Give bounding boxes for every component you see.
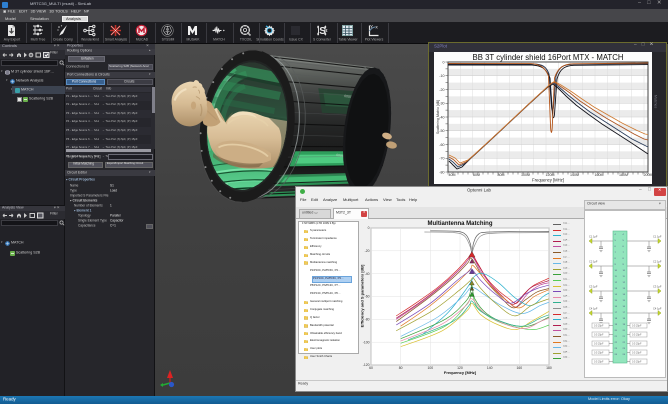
svg-text:-20: -20 [365, 249, 370, 253]
svg-text:-60: -60 [439, 143, 444, 147]
svg-text:140: 140 [487, 366, 493, 370]
svg-text:0.5 25pF: 0.5 25pF [594, 334, 604, 337]
svg-text:Y: Y [370, 24, 373, 29]
svg-text:-40: -40 [439, 115, 444, 119]
svg-text:-20: -20 [439, 88, 444, 92]
svg-text:-40: -40 [365, 272, 370, 276]
svg-text:C3 1pF: C3 1pF [653, 285, 662, 289]
svg-text:Scattering Matrix [dB]: Scattering Matrix [dB] [436, 100, 440, 134]
svg-text:80M: 80M [498, 173, 505, 177]
svg-text:-120: -120 [363, 363, 370, 367]
svg-text:100: 100 [427, 366, 433, 370]
svg-text:180M: 180M [619, 173, 628, 177]
svg-text:-50: -50 [439, 129, 444, 133]
svg-text:0.5 25pF: 0.5 25pF [594, 325, 604, 328]
svg-text:-60: -60 [365, 295, 370, 299]
svg-text:200M: 200M [644, 173, 653, 177]
svg-text:-100: -100 [363, 340, 370, 344]
svg-text:C4 1pF: C4 1pF [589, 307, 598, 311]
svg-text:0.5 25pF: 0.5 25pF [632, 325, 642, 328]
svg-text:BB 3T cylinder shield 16Port M: BB 3T cylinder shield 16Port MTX - MATCH [473, 53, 624, 62]
svg-text:120M: 120M [546, 173, 555, 177]
svg-text:100M: 100M [521, 173, 530, 177]
svg-text:-80: -80 [365, 318, 370, 322]
svg-text:0.5 25pF: 0.5 25pF [594, 352, 604, 355]
svg-text:60: 60 [369, 366, 373, 370]
svg-text:0: 0 [443, 60, 445, 64]
svg-text:C2 1pF: C2 1pF [653, 260, 662, 264]
svg-text:0.5 25pF: 0.5 25pF [632, 352, 642, 355]
svg-text:x: x [376, 25, 379, 30]
svg-text:160: 160 [516, 366, 522, 370]
svg-text:-80: -80 [439, 170, 444, 174]
svg-text:-70: -70 [439, 157, 444, 161]
svg-text:0.5 25pF: 0.5 25pF [594, 361, 604, 364]
svg-text:0.5 25pF: 0.5 25pF [632, 334, 642, 337]
svg-text:0: 0 [368, 226, 370, 230]
svg-text:Frequency [MHz]: Frequency [MHz] [444, 370, 477, 375]
svg-text:140M: 140M [570, 173, 579, 177]
svg-text:C2 1pF: C2 1pF [589, 260, 598, 264]
svg-text:-30: -30 [439, 102, 444, 106]
svg-text:C1 1pF: C1 1pF [653, 235, 662, 239]
svg-text:0.5 25pF: 0.5 25pF [632, 361, 642, 364]
svg-text:Multiantenna Matching: Multiantenna Matching [428, 221, 493, 227]
svg-text:Frequency [MHz]: Frequency [MHz] [532, 178, 564, 183]
svg-text:Efficiency and S parameters [d: Efficiency and S parameters [dB] [360, 264, 365, 327]
svg-text:180: 180 [546, 366, 552, 370]
svg-text:40M: 40M [449, 173, 456, 177]
svg-text:C3 1pF: C3 1pF [589, 285, 598, 289]
svg-text:80: 80 [399, 366, 403, 370]
svg-text:C1 1pF: C1 1pF [589, 235, 598, 239]
svg-text:0.5 25pF: 0.5 25pF [594, 343, 604, 346]
svg-text:160M: 160M [595, 173, 604, 177]
svg-text:60M: 60M [473, 173, 480, 177]
svg-text:-10: -10 [439, 74, 444, 78]
svg-text:C4 1pF: C4 1pF [653, 307, 662, 311]
svg-text:0.5 25pF: 0.5 25pF [632, 343, 642, 346]
